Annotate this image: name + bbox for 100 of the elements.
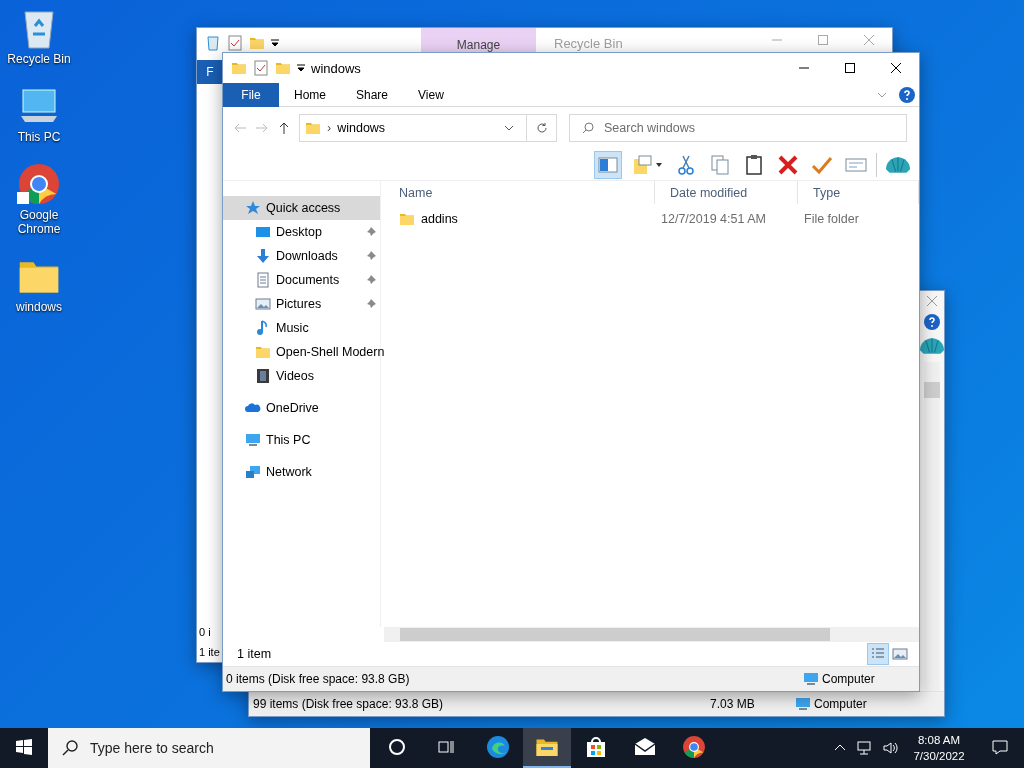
folder-icon bbox=[231, 60, 247, 76]
file-row[interactable]: addins 12/7/2019 4:51 AM File folder bbox=[384, 204, 919, 234]
nav-item[interactable]: Documents bbox=[223, 268, 380, 292]
task-view-icon bbox=[437, 738, 455, 756]
desktop-icon-label[interactable]: This PC bbox=[4, 130, 74, 144]
nav-item[interactable]: Desktop bbox=[223, 220, 380, 244]
close-icon bbox=[926, 296, 937, 306]
address-bar[interactable]: › windows bbox=[299, 114, 527, 142]
taskbar-search-field[interactable]: Type here to search bbox=[48, 728, 370, 768]
folder-icon bbox=[275, 60, 291, 76]
chevron-down-icon bbox=[504, 123, 514, 133]
star-icon bbox=[245, 200, 261, 216]
window-title: Recycle Bin bbox=[554, 35, 623, 51]
maximize-icon bbox=[818, 35, 828, 45]
shell-icon bbox=[886, 156, 910, 173]
file-tab[interactable]: F bbox=[197, 60, 223, 84]
circle-icon bbox=[388, 738, 406, 756]
nav-item[interactable]: This PC bbox=[223, 428, 380, 452]
film-icon bbox=[255, 368, 271, 384]
status-text: 99 items (Disk free space: 93.8 GB) bbox=[252, 697, 445, 711]
speech-bubble-icon bbox=[991, 738, 1009, 756]
taskbar-clock[interactable]: 8:08 AM 7/30/2022 bbox=[904, 732, 974, 764]
network-icon bbox=[856, 740, 872, 756]
table-cell-text: 12/7/2019 4:51 AM bbox=[660, 212, 767, 226]
ribbon-tab[interactable]: View bbox=[403, 82, 459, 107]
close-icon bbox=[864, 35, 874, 45]
properties-icon bbox=[631, 153, 653, 176]
network-icon bbox=[245, 464, 261, 480]
folder-icon bbox=[399, 211, 415, 227]
folder-icon bbox=[305, 120, 321, 136]
nav-item[interactable]: Music bbox=[223, 316, 380, 340]
scrollbar[interactable] bbox=[923, 362, 940, 691]
desktop-icon-label[interactable]: Recycle Bin bbox=[4, 52, 74, 66]
nav-item[interactable]: Videos bbox=[223, 364, 380, 388]
status-text: 0 items (Disk free space: 93.8 GB) bbox=[225, 672, 411, 686]
picture-icon bbox=[255, 296, 271, 312]
ribbon-tab[interactable]: Share bbox=[341, 82, 404, 107]
table-cell-text: File folder bbox=[803, 212, 860, 226]
nav-item[interactable]: Network bbox=[223, 460, 380, 484]
status-text: 1 ite bbox=[198, 645, 221, 660]
delete-icon bbox=[777, 153, 799, 176]
status-text: 0 i bbox=[198, 625, 212, 640]
window-title: windows bbox=[311, 60, 361, 76]
status-location: Computer bbox=[821, 672, 876, 686]
desktop-icon-label[interactable]: windows bbox=[4, 300, 74, 314]
details-view-button[interactable] bbox=[867, 643, 889, 665]
column-header[interactable]: Date modified bbox=[655, 181, 798, 204]
column-header[interactable]: Name bbox=[384, 181, 655, 204]
refresh-button[interactable] bbox=[527, 114, 557, 142]
taskbar-app[interactable] bbox=[523, 728, 571, 768]
desktop-icon-label[interactable]: Google Chrome bbox=[4, 208, 74, 236]
caret-icon bbox=[297, 64, 305, 72]
scrollbar-thumb[interactable] bbox=[400, 628, 830, 641]
chrome-icon bbox=[17, 162, 61, 206]
refresh-icon bbox=[535, 122, 548, 134]
down-arrow-icon bbox=[255, 248, 271, 264]
monitor-icon bbox=[795, 696, 811, 712]
windows-logo-icon bbox=[16, 739, 32, 755]
ribbon-tab[interactable]: Home bbox=[279, 82, 341, 107]
maximize-icon bbox=[845, 63, 855, 73]
chrome-icon bbox=[682, 735, 706, 759]
horizontal-scrollbar[interactable] bbox=[384, 627, 919, 642]
shopping-bag-icon bbox=[584, 735, 608, 759]
speaker-icon bbox=[882, 740, 898, 756]
copy-icon bbox=[709, 153, 731, 176]
item-count: 1 item bbox=[237, 647, 273, 661]
folder-icon bbox=[255, 344, 271, 360]
file-name: addins bbox=[421, 212, 458, 226]
up-arrow-icon bbox=[277, 121, 291, 135]
back-arrow-icon bbox=[233, 121, 247, 135]
forward-arrow-icon bbox=[255, 121, 269, 135]
caret-icon bbox=[655, 160, 663, 169]
clipboard-icon bbox=[743, 153, 765, 176]
column-header[interactable]: Type bbox=[798, 181, 919, 204]
help-icon bbox=[899, 86, 915, 103]
nav-item[interactable]: Pictures bbox=[223, 292, 380, 316]
caret-icon bbox=[271, 39, 279, 47]
breadcrumb-separator: › bbox=[327, 121, 332, 135]
shell-icon bbox=[919, 338, 944, 354]
search-field[interactable]: Search windows bbox=[569, 114, 907, 142]
search-icon bbox=[62, 740, 78, 756]
edge-icon bbox=[486, 735, 510, 759]
desktop-icon bbox=[255, 224, 271, 240]
scissors-icon bbox=[675, 153, 697, 176]
picture-icon bbox=[892, 646, 908, 662]
nav-item[interactable]: Downloads bbox=[223, 244, 380, 268]
monitor-icon bbox=[245, 432, 261, 448]
help-icon bbox=[923, 314, 940, 330]
file-tab[interactable]: File bbox=[223, 82, 279, 107]
search-icon bbox=[582, 122, 594, 134]
nav-item[interactable]: Quick access bbox=[223, 196, 380, 220]
monitor-icon bbox=[803, 671, 819, 687]
document-icon bbox=[255, 272, 271, 288]
nav-item[interactable]: OneDrive bbox=[223, 396, 380, 420]
recycle-bin-icon bbox=[205, 35, 221, 51]
close-icon bbox=[891, 63, 901, 73]
status-size: 7.03 MB bbox=[709, 697, 756, 711]
navigation-pane-button[interactable] bbox=[594, 150, 622, 179]
status-location: Computer bbox=[813, 697, 867, 711]
folder-icon bbox=[249, 35, 265, 51]
